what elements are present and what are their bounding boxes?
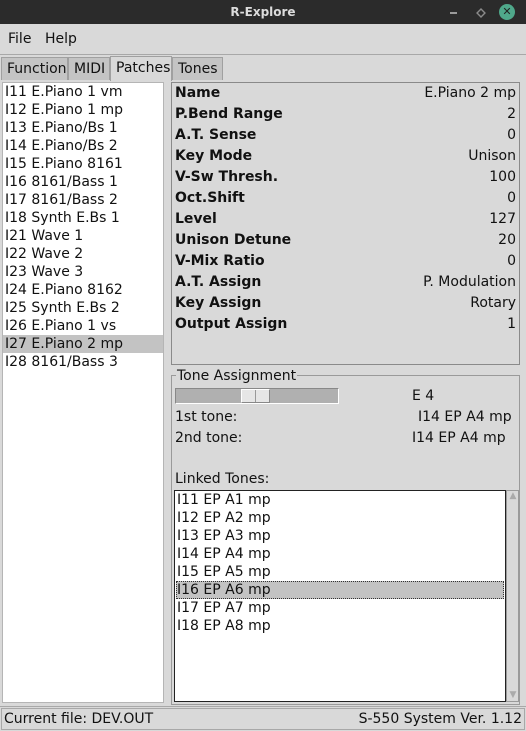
- param-row: A.T. Assign P. Modulation: [175, 272, 516, 293]
- param-label: Key Mode: [175, 148, 253, 164]
- param-value[interactable]: 127: [489, 211, 516, 227]
- param-label: Name: [175, 85, 221, 101]
- param-row: Key Mode Unison: [175, 146, 516, 167]
- param-label: A.T. Assign: [175, 274, 262, 290]
- param-label: Oct.Shift: [175, 190, 245, 206]
- param-row: Name E.Piano 2 mp: [175, 83, 516, 104]
- patch-list-item[interactable]: I24 E.Piano 8162: [3, 281, 163, 299]
- patch-list-item[interactable]: I16 8161/Bass 1: [3, 173, 163, 191]
- param-value[interactable]: E.Piano 2 mp: [424, 85, 516, 101]
- menu-help[interactable]: Help: [45, 31, 77, 47]
- key-slider[interactable]: [175, 388, 339, 404]
- param-value[interactable]: Rotary: [470, 295, 516, 311]
- first-tone-value: I14 EP A4 mp: [418, 409, 512, 425]
- param-value[interactable]: P. Modulation: [423, 274, 516, 290]
- maximize-icon[interactable]: [473, 5, 487, 19]
- patch-list[interactable]: I11 E.Piano 1 vm I12 E.Piano 1 mp I13 E.Pi…: [2, 82, 164, 703]
- patch-list-item[interactable]: I27 E.Piano 2 mp: [3, 335, 163, 353]
- param-label: Key Assign: [175, 295, 262, 311]
- menu-bar: File Help: [0, 24, 526, 55]
- param-label: V-Mix Ratio: [175, 253, 265, 269]
- param-label: V-Sw Thresh.: [175, 169, 279, 185]
- close-icon[interactable]: ✕: [499, 4, 515, 20]
- patch-list-item[interactable]: I26 E.Piano 1 vs: [3, 317, 163, 335]
- param-row: Output Assign 1: [175, 314, 516, 335]
- note-value: E 4: [412, 388, 435, 404]
- patch-list-item[interactable]: I11 E.Piano 1 vm: [3, 83, 163, 101]
- patch-parameters-panel: Name E.Piano 2 mp P.Bend Range 2 A.T. Sense 0…: [171, 82, 520, 365]
- menu-file[interactable]: File: [8, 31, 31, 47]
- linked-tone-item[interactable]: I15 EP A5 mp: [176, 563, 504, 581]
- tab-patches[interactable]: Patches: [110, 56, 172, 81]
- tab-function[interactable]: Function: [1, 57, 68, 80]
- second-tone-label: 2nd tone:: [175, 430, 243, 446]
- patch-list-item[interactable]: I22 Wave 2: [3, 245, 163, 263]
- linked-tone-item[interactable]: I11 EP A1 mp: [176, 491, 504, 509]
- patch-list-item[interactable]: I12 E.Piano 1 mp: [3, 101, 163, 119]
- param-label: Output Assign: [175, 316, 288, 332]
- second-tone-value: I14 EP A4 mp: [412, 430, 506, 446]
- param-row: Key Assign Rotary: [175, 293, 516, 314]
- param-label: P.Bend Range: [175, 106, 283, 122]
- patch-list-item[interactable]: I17 8161/Bass 2: [3, 191, 163, 209]
- param-label: A.T. Sense: [175, 127, 257, 143]
- first-tone-label: 1st tone:: [175, 409, 238, 425]
- status-bar: Current file: DEV.OUT S-550 System Ver. …: [0, 706, 526, 731]
- param-row: A.T. Sense 0: [175, 125, 516, 146]
- param-value[interactable]: 2: [507, 106, 516, 122]
- linked-tones-label: Linked Tones:: [175, 471, 270, 487]
- tone-assignment-title: Tone Assignment: [176, 368, 298, 384]
- current-file-status: Current file: DEV.OUT: [4, 711, 154, 727]
- linked-tones-scrollbar[interactable]: ▲ ▼: [506, 490, 519, 702]
- param-row: Unison Detune 20: [175, 230, 516, 251]
- param-value[interactable]: 100: [489, 169, 516, 185]
- linked-tone-item[interactable]: I17 EP A7 mp: [176, 599, 504, 617]
- param-value[interactable]: 20: [498, 232, 516, 248]
- tab-bar: Function MIDI Patches Tones: [0, 56, 526, 81]
- linked-tone-item[interactable]: I12 EP A2 mp: [176, 509, 504, 527]
- param-value[interactable]: 0: [507, 253, 516, 269]
- linked-tones-list[interactable]: I11 EP A1 mp I12 EP A2 mp I13 EP A3 mp I14 …: [174, 490, 506, 702]
- param-value[interactable]: 0: [507, 127, 516, 143]
- patch-list-item[interactable]: I13 E.Piano/Bs 1: [3, 119, 163, 137]
- param-row: V-Mix Ratio 0: [175, 251, 516, 272]
- param-row: Level 127: [175, 209, 516, 230]
- param-value[interactable]: Unison: [468, 148, 516, 164]
- param-label: Level: [175, 211, 217, 227]
- scroll-down-arrow-icon[interactable]: ▼: [508, 690, 518, 701]
- linked-tone-item[interactable]: I18 EP A8 mp: [176, 617, 504, 635]
- title-bar: R-Explore ✕: [0, 0, 526, 24]
- tone-assignment-group: Tone Assignment E 4 1st tone: I14 EP A4 …: [171, 368, 520, 705]
- patch-list-item[interactable]: I25 Synth E.Bs 2: [3, 299, 163, 317]
- patch-list-item[interactable]: I28 8161/Bass 3: [3, 353, 163, 371]
- linked-tone-item[interactable]: I16 EP A6 mp: [176, 581, 504, 599]
- minimize-icon[interactable]: [447, 5, 461, 19]
- version-status: S-550 System Ver. 1.12: [358, 711, 522, 727]
- key-slider-thumb[interactable]: [241, 389, 270, 403]
- param-row: P.Bend Range 2: [175, 104, 516, 125]
- linked-tone-item[interactable]: I14 EP A4 mp: [176, 545, 504, 563]
- param-row: V-Sw Thresh. 100: [175, 167, 516, 188]
- patch-list-item[interactable]: I21 Wave 1: [3, 227, 163, 245]
- param-value[interactable]: 0: [507, 190, 516, 206]
- patch-list-item[interactable]: I18 Synth E.Bs 1: [3, 209, 163, 227]
- param-label: Unison Detune: [175, 232, 292, 248]
- patch-list-item[interactable]: I23 Wave 3: [3, 263, 163, 281]
- linked-tone-item[interactable]: I13 EP A3 mp: [176, 527, 504, 545]
- param-row: Oct.Shift 0: [175, 188, 516, 209]
- tab-midi[interactable]: MIDI: [68, 57, 110, 80]
- patch-list-item[interactable]: I15 E.Piano 8161: [3, 155, 163, 173]
- patch-list-item[interactable]: I14 E.Piano/Bs 2: [3, 137, 163, 155]
- param-value[interactable]: 1: [507, 316, 516, 332]
- tab-tones[interactable]: Tones: [172, 57, 223, 80]
- scroll-up-arrow-icon[interactable]: ▲: [508, 491, 518, 502]
